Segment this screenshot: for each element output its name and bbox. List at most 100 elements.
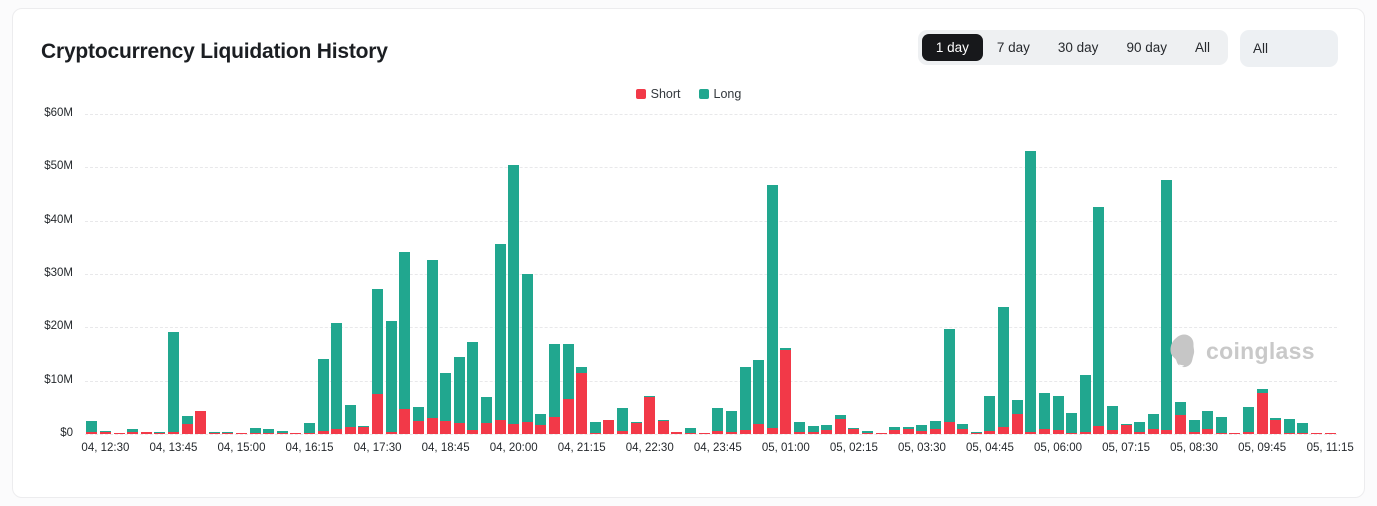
range-button-all[interactable]: All	[1181, 34, 1224, 61]
bar[interactable]	[508, 165, 519, 434]
bar[interactable]	[114, 433, 125, 434]
bar[interactable]	[944, 329, 955, 434]
bar[interactable]	[440, 373, 451, 434]
bar[interactable]	[930, 421, 941, 434]
bar[interactable]	[1297, 423, 1308, 434]
bar[interactable]	[726, 411, 737, 434]
bar[interactable]	[495, 244, 506, 434]
bar[interactable]	[467, 342, 478, 434]
bar[interactable]	[1148, 414, 1159, 434]
bar[interactable]	[413, 407, 424, 434]
bar[interactable]	[1134, 422, 1145, 434]
bar[interactable]	[1066, 413, 1077, 434]
bar[interactable]	[1053, 396, 1064, 434]
bar[interactable]	[984, 396, 995, 434]
bar[interactable]	[699, 433, 710, 434]
bar[interactable]	[889, 427, 900, 434]
legend-item-short[interactable]: Short	[636, 87, 681, 101]
bar[interactable]	[290, 433, 301, 434]
bar[interactable]	[345, 405, 356, 434]
bar[interactable]	[100, 431, 111, 434]
bar[interactable]	[658, 420, 669, 434]
bar[interactable]	[685, 428, 696, 434]
bar[interactable]	[712, 408, 723, 434]
bar[interactable]	[1270, 418, 1281, 434]
bar[interactable]	[563, 344, 574, 434]
bar[interactable]	[1325, 433, 1336, 434]
bar[interactable]	[821, 425, 832, 434]
bar[interactable]	[86, 421, 97, 434]
range-button-30-day[interactable]: 30 day	[1044, 34, 1113, 61]
bar[interactable]	[862, 431, 873, 434]
bar[interactable]	[998, 307, 1009, 434]
bar[interactable]	[154, 432, 165, 434]
bar[interactable]	[767, 185, 778, 434]
bar[interactable]	[644, 396, 655, 434]
bar[interactable]	[318, 359, 329, 434]
bar[interactable]	[454, 357, 465, 434]
bar[interactable]	[1025, 151, 1036, 434]
bar[interactable]	[1311, 433, 1322, 434]
bar[interactable]	[808, 426, 819, 434]
bar[interactable]	[399, 252, 410, 434]
bar[interactable]	[522, 274, 533, 434]
bar[interactable]	[903, 427, 914, 434]
bar[interactable]	[916, 425, 927, 434]
symbol-filter-dropdown[interactable]: All	[1240, 30, 1338, 67]
bar[interactable]	[631, 422, 642, 434]
bar[interactable]	[141, 432, 152, 434]
bar[interactable]	[372, 289, 383, 434]
bar[interactable]	[263, 429, 274, 434]
bar[interactable]	[386, 321, 397, 434]
bar[interactable]	[971, 432, 982, 434]
bar[interactable]	[1161, 180, 1172, 434]
bar[interactable]	[277, 431, 288, 434]
bar[interactable]	[1284, 419, 1295, 434]
range-button-7-day[interactable]: 7 day	[983, 34, 1044, 61]
bar[interactable]	[848, 428, 859, 434]
bar[interactable]	[168, 332, 179, 434]
bar[interactable]	[304, 423, 315, 434]
bar[interactable]	[740, 367, 751, 434]
bar[interactable]	[481, 397, 492, 434]
bar[interactable]	[603, 420, 614, 434]
bar[interactable]	[1189, 420, 1200, 434]
bar[interactable]	[1121, 424, 1132, 434]
bar[interactable]	[780, 348, 791, 434]
bar[interactable]	[794, 422, 805, 434]
bar[interactable]	[250, 428, 261, 434]
bar[interactable]	[876, 433, 887, 434]
bar[interactable]	[617, 408, 628, 434]
bar[interactable]	[331, 323, 342, 434]
bar[interactable]	[835, 415, 846, 434]
bar[interactable]	[195, 411, 206, 434]
bar[interactable]	[1039, 393, 1050, 434]
bar[interactable]	[753, 360, 764, 434]
bar[interactable]	[671, 432, 682, 434]
bar[interactable]	[1216, 417, 1227, 434]
bar[interactable]	[590, 422, 601, 434]
bar[interactable]	[957, 424, 968, 434]
bar[interactable]	[236, 433, 247, 434]
bar[interactable]	[1202, 411, 1213, 434]
bar[interactable]	[1229, 433, 1240, 434]
bar[interactable]	[182, 416, 193, 434]
bar[interactable]	[1257, 389, 1268, 434]
range-button-90-day[interactable]: 90 day	[1112, 34, 1181, 61]
bar[interactable]	[535, 414, 546, 434]
bar[interactable]	[209, 432, 220, 434]
bar[interactable]	[1107, 406, 1118, 434]
bar[interactable]	[127, 429, 138, 434]
bar[interactable]	[427, 260, 438, 434]
bar[interactable]	[1175, 402, 1186, 434]
bar[interactable]	[1093, 207, 1104, 434]
bar[interactable]	[549, 344, 560, 434]
bar[interactable]	[1080, 375, 1091, 434]
bar[interactable]	[1243, 407, 1254, 434]
bar[interactable]	[358, 426, 369, 434]
bar[interactable]	[222, 432, 233, 434]
range-button-1-day[interactable]: 1 day	[922, 34, 983, 61]
bar[interactable]	[576, 367, 587, 434]
legend-item-long[interactable]: Long	[699, 87, 742, 101]
bar[interactable]	[1012, 400, 1023, 434]
